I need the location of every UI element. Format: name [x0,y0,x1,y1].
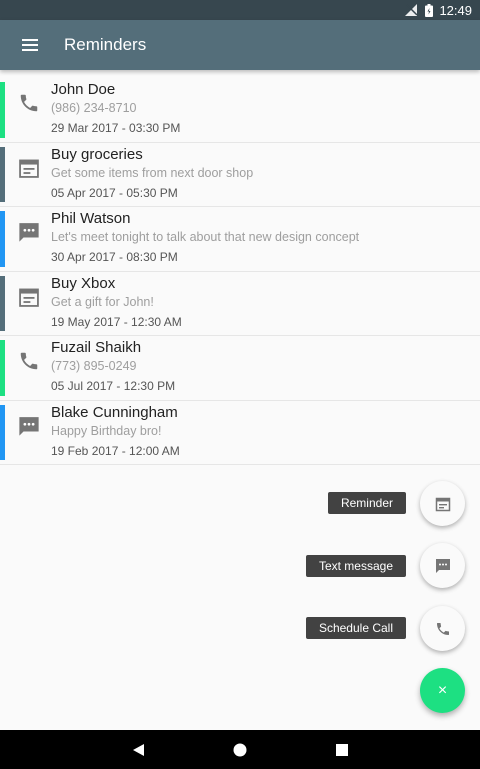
reminder-subtitle: Let's meet tonight to talk about that ne… [51,230,360,244]
home-icon[interactable] [220,730,260,769]
close-icon: × [437,681,448,699]
app-bar: Reminders [0,20,480,70]
list-item[interactable]: Buy Xbox Get a gift for John! 19 May 2017 … [0,272,480,336]
list-item[interactable]: Fuzail Shaikh (773) 895-0249 05 Jul 2017 -… [0,336,480,401]
system-nav-bar [0,730,480,769]
type-indicator [0,275,5,331]
calendar-icon [18,286,40,308]
schedule-call-fab[interactable] [420,606,465,651]
message-icon [18,415,40,437]
list-item[interactable]: Blake Cunningham Happy Birthday bro! 19 Fe… [0,401,480,465]
calendar-icon [18,157,40,179]
reminder-datetime: 05 Jul 2017 - 12:30 PM [51,379,176,393]
reminder-title: Phil Watson [51,210,131,227]
phone-icon [436,622,449,635]
type-indicator [0,82,5,138]
reminder-subtitle: Get a gift for John! [51,294,154,309]
reminder-subtitle: Get some items from next door shop [51,165,254,180]
menu-icon[interactable] [18,33,42,57]
reminder-list: John Doe (986) 234-8710 29 Mar 2017 - 03:3… [0,78,480,465]
list-item[interactable]: John Doe (986) 234-8710 29 Mar 2017 - 03:3… [0,78,480,143]
reminder-subtitle: (986) 234-8710 [51,101,137,115]
reminder-datetime: 19 Feb 2017 - 12:00 AM [51,443,180,458]
list-item[interactable]: Buy groceries Get some items from next do… [0,143,480,207]
type-indicator [0,211,5,267]
reminder-fab[interactable] [420,481,465,526]
battery-icon [425,3,434,17]
reminder-datetime: 05 Apr 2017 - 05:30 PM [51,185,178,200]
page-title: Reminders [64,35,147,54]
phone-icon [18,92,40,114]
status-bar: 12:49 [0,0,480,20]
recents-icon[interactable] [322,730,362,769]
list-item[interactable]: Phil Watson Let's meet tonight to talk ab… [0,207,480,272]
reminder-datetime: 29 Mar 2017 - 03:30 PM [51,121,181,135]
reminder-fab-label[interactable]: Reminder [327,492,406,514]
status-time: 12:49 [439,2,472,18]
reminder-subtitle: Happy Birthday bro! [51,423,162,438]
reminder-title: Fuzail Shaikh [51,339,142,356]
reminder-datetime: 19 May 2017 - 12:30 AM [51,314,182,329]
reminder-title: John Doe [51,81,116,98]
reminder-title: Blake Cunningham [51,403,178,421]
message-icon [18,221,40,243]
type-indicator [0,146,5,202]
reminder-title: Buy groceries [51,145,143,163]
signal-icon [405,4,418,16]
reminder-datetime: 30 Apr 2017 - 08:30 PM [51,250,178,264]
reminder-title: Buy Xbox [51,274,116,292]
text-message-fab[interactable] [420,543,465,588]
close-fab-button[interactable]: × [420,668,465,713]
schedule-call-fab-label[interactable]: Schedule Call [305,617,406,639]
phone-icon [18,350,40,372]
calendar-icon [435,497,450,511]
type-indicator [0,340,5,396]
text-message-fab-label[interactable]: Text message [305,555,406,577]
message-icon [435,558,450,573]
back-icon[interactable] [118,730,158,769]
reminder-subtitle: (773) 895-0249 [51,359,137,373]
type-indicator [0,404,5,460]
